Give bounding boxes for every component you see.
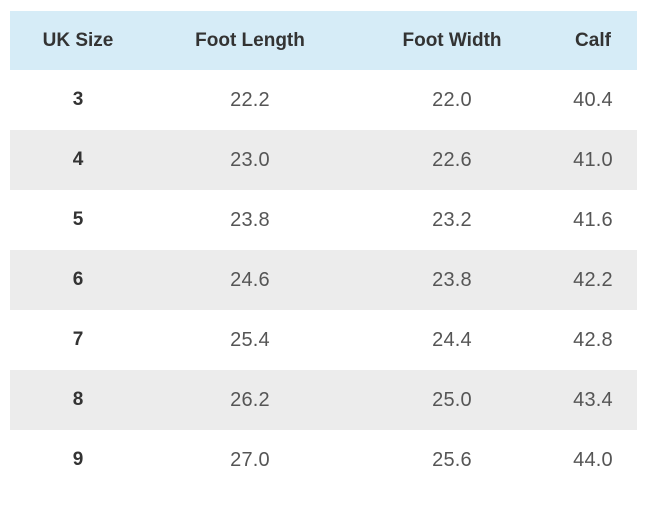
foot-length-cell: 26.2	[230, 388, 270, 411]
calf-cell: 42.8	[573, 328, 613, 351]
table-row: 4 23.0 22.6 41.0	[10, 130, 637, 190]
foot-length-cell: 22.2	[230, 88, 270, 111]
foot-width-cell: 25.6	[432, 448, 472, 471]
foot-width-cell: 22.6	[432, 148, 472, 171]
foot-length-cell: 24.6	[230, 268, 270, 291]
foot-length-cell: 23.8	[230, 208, 270, 231]
uk-size-cell: 7	[72, 329, 84, 350]
foot-width-cell: 25.0	[432, 388, 472, 411]
calf-cell: 43.4	[573, 388, 613, 411]
size-chart-table: UK Size Foot Length Foot Width Calf 3 22…	[10, 11, 637, 490]
foot-width-cell: 22.0	[432, 88, 472, 111]
calf-cell: 41.6	[573, 208, 613, 231]
table-row: 3 22.2 22.0 40.4	[10, 70, 637, 130]
header-foot-length: Foot Length	[195, 29, 305, 51]
table-row: 8 26.2 25.0 43.4	[10, 370, 637, 430]
header-foot-width: Foot Width	[402, 29, 502, 51]
foot-length-cell: 23.0	[230, 148, 270, 171]
table-row: 6 24.6 23.8 42.2	[10, 250, 637, 310]
table-header-row: UK Size Foot Length Foot Width Calf	[10, 11, 637, 70]
uk-size-cell: 5	[72, 209, 84, 230]
uk-size-cell: 6	[72, 269, 84, 290]
foot-width-cell: 23.8	[432, 268, 472, 291]
header-uk-size: UK Size	[42, 29, 114, 51]
calf-cell: 44.0	[573, 448, 613, 471]
foot-length-cell: 27.0	[230, 448, 270, 471]
calf-cell: 41.0	[573, 148, 613, 171]
foot-width-cell: 23.2	[432, 208, 472, 231]
table-row: 5 23.8 23.2 41.6	[10, 190, 637, 250]
calf-cell: 40.4	[573, 88, 613, 111]
uk-size-cell: 9	[72, 449, 84, 470]
calf-cell: 42.2	[573, 268, 613, 291]
foot-width-cell: 24.4	[432, 328, 472, 351]
uk-size-cell: 3	[72, 89, 84, 110]
table-row: 9 27.0 25.6 44.0	[10, 430, 637, 490]
foot-length-cell: 25.4	[230, 328, 270, 351]
uk-size-cell: 8	[72, 389, 84, 410]
uk-size-cell: 4	[72, 149, 84, 170]
table-row: 7 25.4 24.4 42.8	[10, 310, 637, 370]
header-calf: Calf	[575, 29, 611, 51]
